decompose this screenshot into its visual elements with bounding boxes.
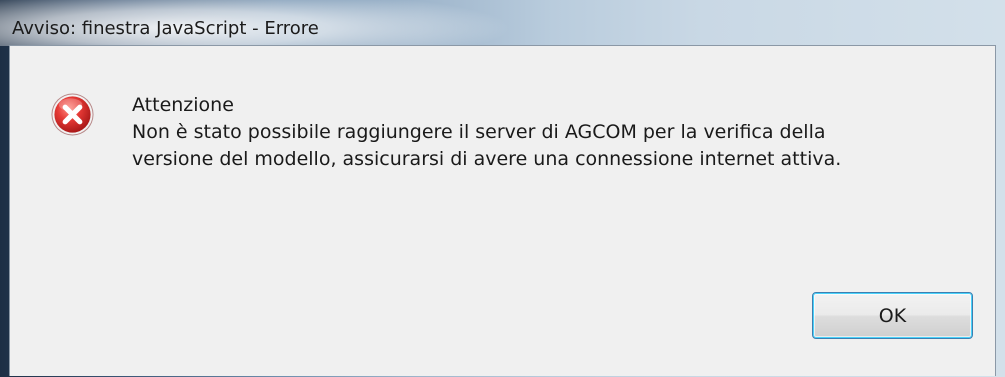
title-bar[interactable]: Avviso: finestra JavaScript - Errore <box>0 0 1005 46</box>
message-line-1: Non è stato possibile raggiungere il ser… <box>132 121 826 143</box>
dialog-body: Attenzione Non è stato possibile raggiun… <box>9 45 996 376</box>
message-text: Attenzione Non è stato possibile raggiun… <box>132 92 841 173</box>
message-line-2: versione del modello, assicurarsi di ave… <box>132 148 842 170</box>
window-title: Avviso: finestra JavaScript - Errore <box>12 18 319 39</box>
message-heading: Attenzione <box>132 94 234 116</box>
error-icon <box>51 93 94 136</box>
ok-button[interactable]: OK <box>812 292 973 339</box>
dialog-window: Avviso: finestra JavaScript - Errore Att… <box>0 0 1005 377</box>
